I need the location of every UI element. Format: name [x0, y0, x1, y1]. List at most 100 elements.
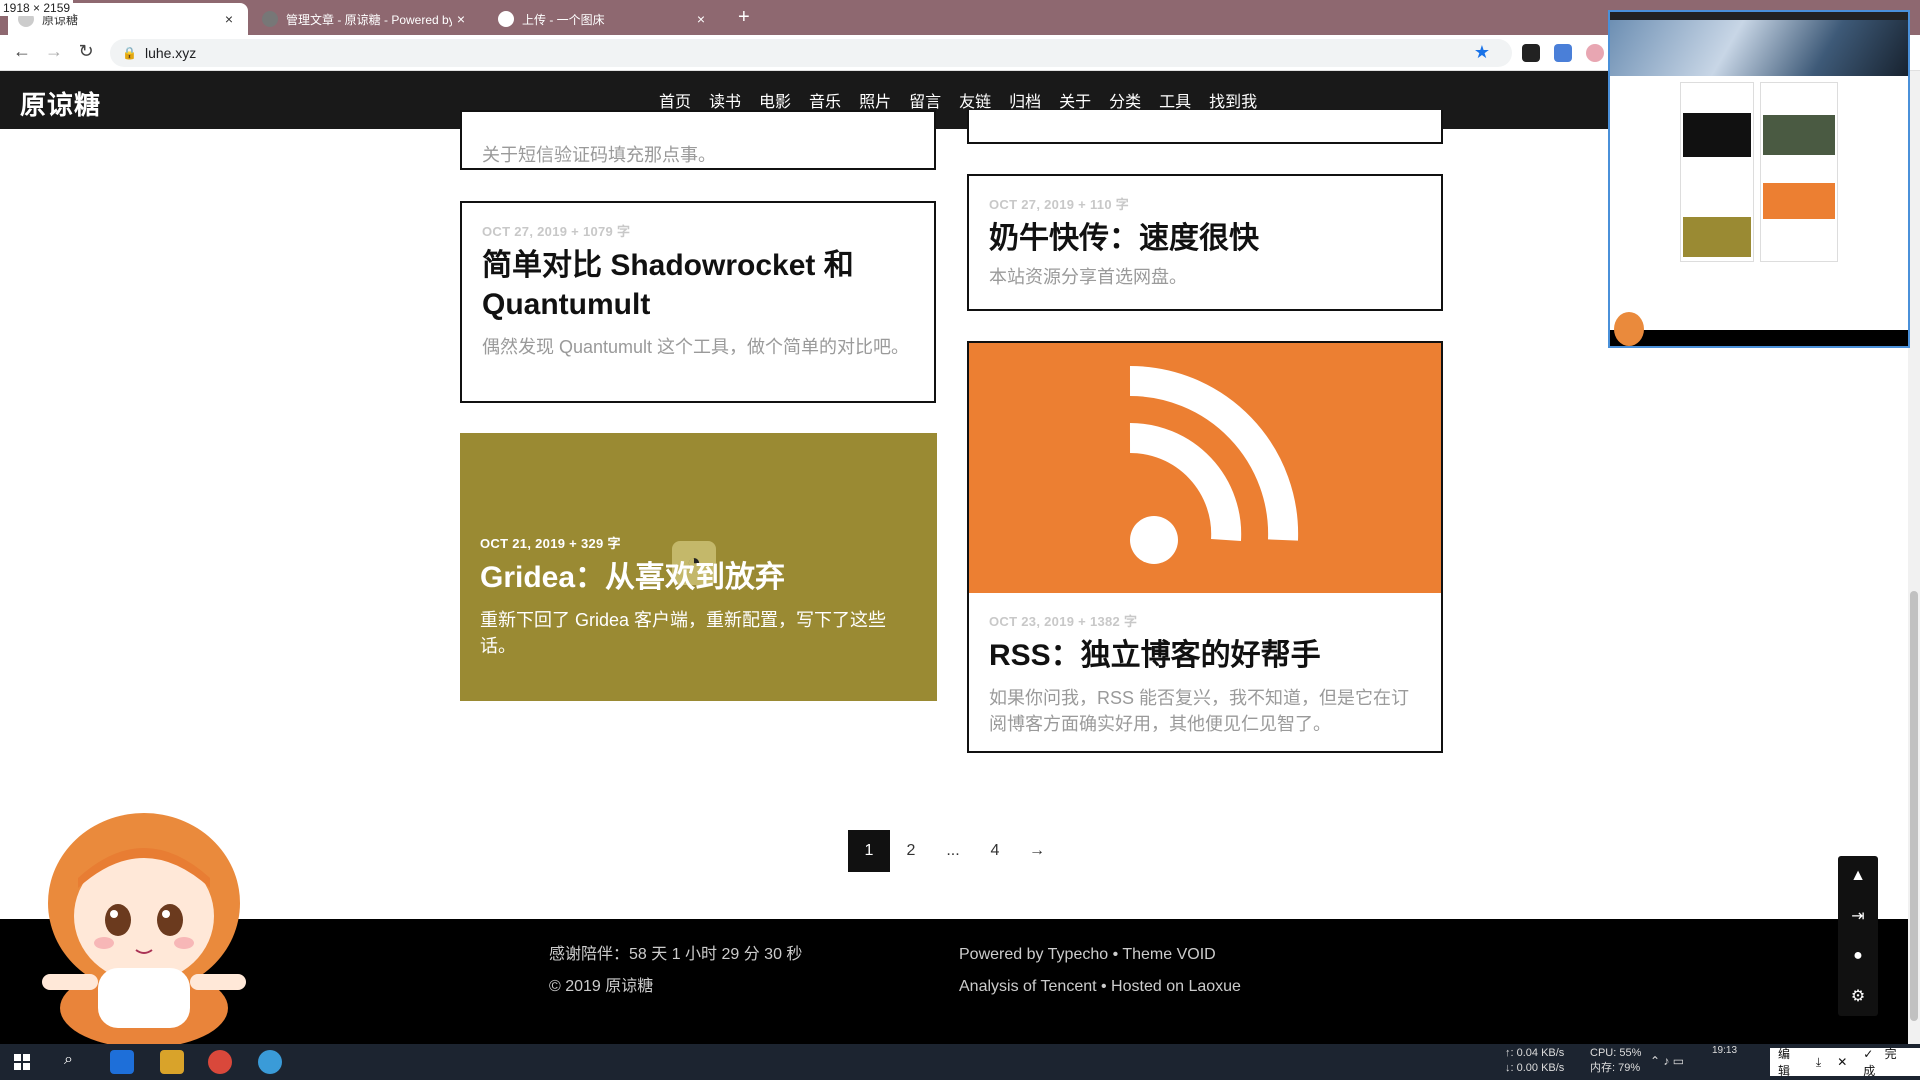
done-button[interactable]: ✓ 完成 — [1855, 1045, 1920, 1079]
download-speed: ↓: 0.00 KB/s — [1505, 1062, 1565, 1074]
tab-title: 管理文章 - 原谅糖 - Powered by — [286, 12, 452, 27]
cpu-usage: CPU: 55% — [1590, 1047, 1642, 1059]
thumb-header — [1610, 12, 1908, 20]
tab-close-icon[interactable]: × — [220, 11, 238, 27]
back-arrow-icon[interactable]: ← — [10, 41, 34, 62]
page-ellipsis: ... — [946, 842, 960, 859]
bookmark-star-icon[interactable]: ★ — [1474, 42, 1490, 63]
thumb-hero-image — [1610, 20, 1908, 76]
site-favicon-icon — [262, 11, 278, 27]
tab-admin[interactable]: 管理文章 - 原谅糖 - Powered by × — [252, 3, 480, 35]
translate-icon[interactable] — [1554, 44, 1572, 62]
tab-close-icon[interactable]: × — [452, 11, 470, 27]
new-tab-button[interactable]: + — [738, 6, 750, 29]
scroll-top-icon[interactable]: ▲ — [1838, 856, 1878, 896]
post-title[interactable]: 简单对比 Shadowrocket 和 Quantumult — [482, 246, 914, 324]
post-card-gridea[interactable]: ◔ OCT 21, 2019 + 329 字 Gridea：从喜欢到放弃 重新下… — [460, 433, 937, 701]
post-card[interactable]: OCT 27, 2019 + 1079 字 简单对比 Shadowrocket … — [460, 201, 936, 403]
extension-icon[interactable] — [1522, 44, 1540, 62]
os-taskbar: ⌕ ↑: 0.04 KB/s ↓: 0.00 KB/s CPU: 55% 内存:… — [0, 1044, 1920, 1080]
search-icon[interactable]: ⌕ — [64, 1051, 73, 1069]
site-footer: 感谢陪伴：58 天 1 小时 29 分 30 秒 © 2019 原谅糖 Powe… — [0, 919, 1908, 1044]
post-card[interactable]: OCT 27, 2019 + 110 字 奶牛快传：速度很快 本站资源分享首选网… — [967, 174, 1443, 311]
powered-by-text[interactable]: Powered by Typecho • Theme VOID — [959, 944, 1216, 966]
memory-usage: 内存: 79% — [1590, 1062, 1641, 1074]
system-usage: CPU: 55% 内存: 79% — [1590, 1046, 1641, 1076]
post-excerpt: 重新下回了 Gridea 客户端，重新配置，写下了这些话。 — [480, 610, 887, 656]
page-4-button[interactable]: 4 — [974, 830, 1016, 872]
screenshot-edit-bar: 编辑 ⤓ ✕ ✓ 完成 — [1770, 1045, 1920, 1079]
nav-item-links[interactable]: 友链 — [959, 88, 991, 112]
done-label: 完成 — [1863, 1047, 1897, 1078]
nav-item-books[interactable]: 读书 — [709, 88, 741, 112]
rss-cover — [969, 343, 1441, 593]
nav-item-photos[interactable]: 照片 — [859, 88, 891, 112]
rss-feed-icon — [1129, 366, 1299, 564]
scrollbar-thumb[interactable] — [1910, 591, 1918, 1021]
nav-item-tools[interactable]: 工具 — [1159, 88, 1191, 112]
nav-item-archive[interactable]: 归档 — [1009, 88, 1041, 112]
upload-speed: ↑: 0.04 KB/s — [1505, 1047, 1565, 1059]
post-meta: OCT 27, 2019 + 1079 字 — [482, 224, 631, 239]
nav-item-categories[interactable]: 分类 — [1109, 88, 1141, 112]
post-title[interactable]: RSS：独立博客的好帮手 — [989, 636, 1421, 675]
dimension-label: 1918 × 2159 — [0, 0, 74, 16]
download-icon[interactable]: ⤓ — [1808, 1055, 1829, 1070]
app-icon[interactable] — [258, 1050, 282, 1074]
edit-button[interactable]: 编辑 — [1770, 1045, 1808, 1079]
mascot-character[interactable] — [38, 808, 250, 1048]
post-card-rss[interactable]: OCT 23, 2019 + 1382 字 RSS：独立博客的好帮手 如果你问我… — [967, 341, 1443, 753]
thumb-footer — [1610, 330, 1908, 346]
tray-icons[interactable]: ⌃ ♪ ▭ — [1650, 1054, 1684, 1068]
chrome-icon[interactable] — [208, 1050, 232, 1074]
tab-upload[interactable]: 上传 - 一个图床 × — [488, 3, 720, 35]
hosted-text[interactable]: Analysis of Tencent • Hosted on Laoxue — [959, 976, 1241, 998]
lock-icon: 🔒 — [122, 46, 137, 60]
post-excerpt: 本站资源分享首选网盘。 — [989, 267, 1187, 287]
post-excerpt: 关于短信验证码填充那点事。 — [482, 145, 716, 165]
login-icon[interactable]: ⇥ — [1838, 896, 1878, 936]
profile-avatar-icon[interactable] — [1586, 44, 1604, 62]
thumb-mascot — [1614, 312, 1644, 346]
post-meta: OCT 23, 2019 + 1382 字 — [989, 614, 1138, 629]
pagination: 1 2 ... 4 → — [848, 830, 1058, 872]
next-page-arrow[interactable]: → — [1016, 830, 1058, 872]
thumb-column — [1760, 82, 1838, 262]
post-card[interactable] — [967, 110, 1443, 144]
nav-item-home[interactable]: 首页 — [659, 88, 691, 112]
edge-browser-icon[interactable] — [110, 1050, 134, 1074]
tab-close-icon[interactable]: × — [692, 11, 710, 27]
post-meta: OCT 27, 2019 + 110 字 — [989, 197, 1130, 212]
thumb-column — [1680, 82, 1754, 262]
post-excerpt: 偶然发现 Quantumult 这个工具，做个简单的对比吧。 — [482, 337, 910, 357]
page-overview-thumbnail — [1608, 10, 1910, 348]
image-host-favicon-icon — [498, 11, 514, 27]
file-explorer-icon[interactable] — [160, 1050, 184, 1074]
post-title[interactable]: Gridea：从喜欢到放弃 — [480, 558, 917, 597]
post-excerpt: 如果你问我，RSS 能否复兴，我不知道，但是它在订阅博客方面确实好用，其他便见仁… — [989, 688, 1410, 734]
windows-start-icon[interactable] — [14, 1054, 30, 1070]
uptime-text: 感谢陪伴：58 天 1 小时 29 分 30 秒 — [549, 946, 803, 963]
clock: 19:13 — [1712, 1045, 1738, 1056]
post-card[interactable]: 关于短信验证码填充那点事。 — [460, 110, 936, 170]
address-bar[interactable]: 🔒 luhe.xyz ★ — [110, 39, 1512, 67]
comment-icon[interactable]: ● — [1838, 936, 1878, 976]
nav-item-movies[interactable]: 电影 — [759, 88, 791, 112]
page-1-button[interactable]: 1 — [848, 830, 890, 872]
page-2-button[interactable]: 2 — [890, 830, 932, 872]
nav-item-about[interactable]: 关于 — [1059, 88, 1091, 112]
post-title[interactable]: 奶牛快传：速度很快 — [989, 219, 1421, 258]
reload-icon[interactable]: ↻ — [74, 41, 98, 62]
settings-gear-icon[interactable]: ⚙ — [1838, 976, 1878, 1016]
copyright-text: © 2019 原谅糖 — [549, 978, 654, 995]
nav-item-contact[interactable]: 找到我 — [1209, 88, 1257, 112]
tab-title: 上传 - 一个图床 — [522, 12, 605, 27]
nav-item-music[interactable]: 音乐 — [809, 88, 841, 112]
url-text: luhe.xyz — [144, 45, 197, 61]
network-speed: ↑: 0.04 KB/s ↓: 0.00 KB/s — [1505, 1046, 1564, 1076]
site-logo[interactable]: 原谅糖 — [20, 85, 101, 122]
side-tools: ▲ ⇥ ● ⚙ — [1838, 856, 1878, 1016]
cancel-icon[interactable]: ✕ — [1829, 1055, 1855, 1069]
forward-arrow-icon[interactable]: → — [42, 41, 66, 62]
nav-item-guestbook[interactable]: 留言 — [909, 88, 941, 112]
